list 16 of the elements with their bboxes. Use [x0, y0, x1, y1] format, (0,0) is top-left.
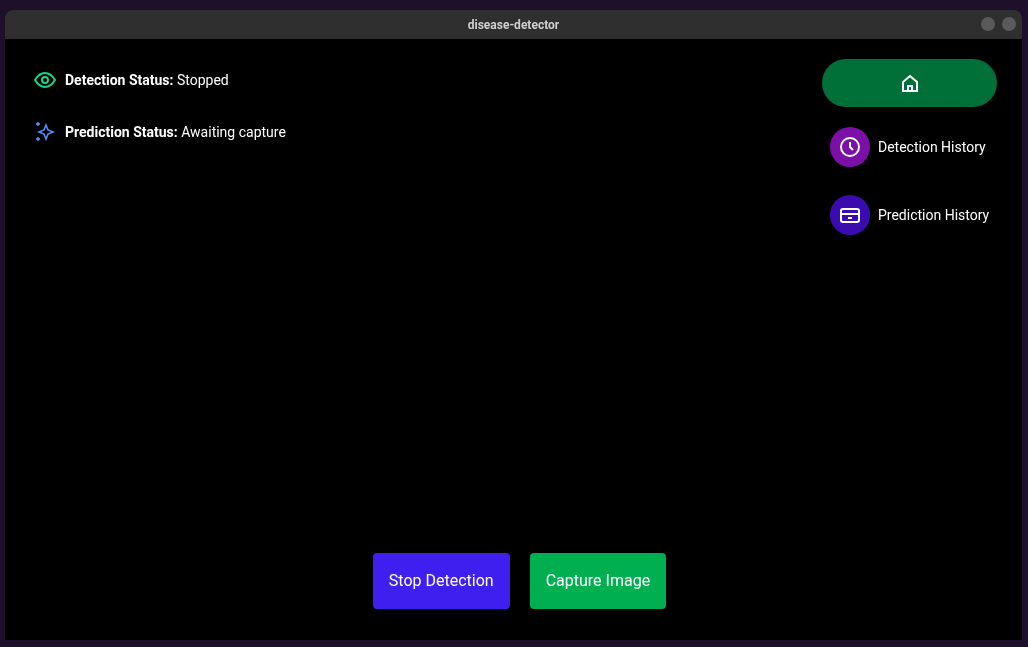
nav-link[interactable]: Prediction History: [830, 195, 1010, 235]
home-icon: [899, 73, 920, 93]
sparkle-icon: [34, 121, 56, 143]
status-text: Detection Status: Stopped: [65, 70, 229, 90]
window-control[interactable]: [981, 17, 995, 31]
action-button[interactable]: Stop Detection: [372, 553, 510, 609]
home-button[interactable]: [822, 59, 997, 107]
clock-icon: [839, 136, 861, 158]
nav-label: Prediction History: [878, 205, 990, 225]
nav-link[interactable]: Detection History: [830, 127, 1010, 167]
window-control[interactable]: [1002, 17, 1016, 31]
window-title: disease-detector: [467, 16, 560, 34]
status-text: Prediction Status: Awaiting capture: [65, 122, 286, 142]
nav-label: Detection History: [878, 137, 986, 157]
tray-icon: [839, 206, 861, 224]
eye-icon: [34, 72, 56, 88]
